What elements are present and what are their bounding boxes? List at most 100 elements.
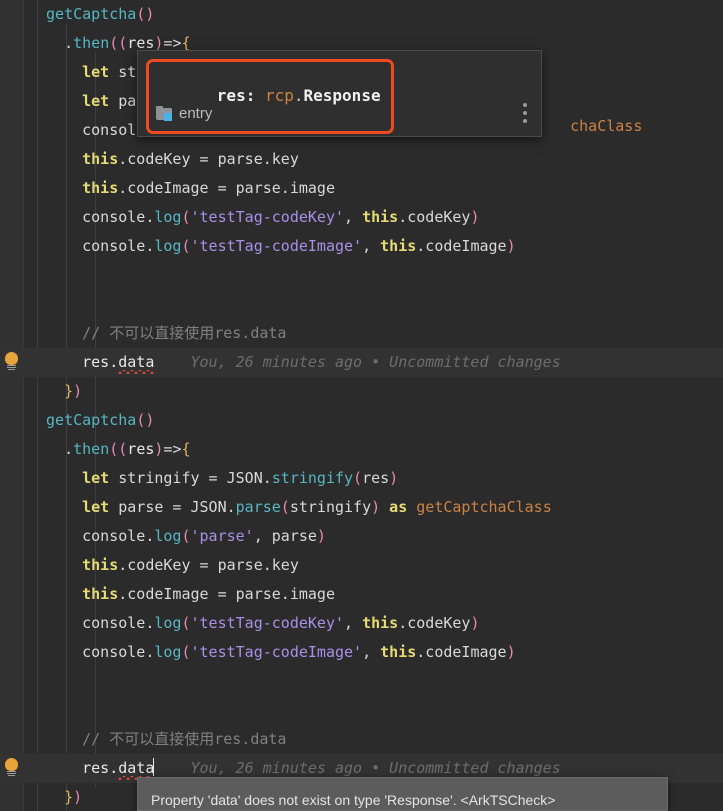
code-token: ) [470, 614, 480, 632]
code-line[interactable]: let parse = JSON.parse(stringify) as get… [82, 493, 552, 522]
code-token: this [82, 150, 119, 168]
code-token: as [389, 498, 408, 516]
code-token: , parse [253, 527, 317, 545]
code-token: res [127, 440, 155, 458]
code-line[interactable]: console.log('testTag-codeKey', this.code… [82, 203, 479, 232]
intention-bulb-icon[interactable] [3, 758, 20, 778]
code-token: this [380, 237, 417, 255]
code-token: log [154, 527, 182, 545]
code-line[interactable]: .then((res)=>{ [64, 435, 190, 464]
code-line[interactable]: let st [82, 58, 136, 87]
code-line[interactable]: this.codeKey = parse.key [82, 551, 299, 580]
code-token: res [362, 469, 390, 487]
code-token: stringify [109, 469, 209, 487]
code-token: stringify [271, 469, 354, 487]
code-line[interactable]: this.codeImage = parse.image [82, 174, 335, 203]
code-token: then [73, 34, 110, 52]
code-token: parse [235, 498, 281, 516]
code-token: . [262, 469, 272, 487]
code-token: ) [389, 469, 399, 487]
code-token: .codeImage [416, 643, 507, 661]
code-token: . [64, 34, 74, 52]
code-line[interactable]: console.log('testTag-codeImage', this.co… [82, 232, 516, 261]
code-token: this [82, 179, 119, 197]
code-token: . [145, 237, 155, 255]
code-token: = [199, 150, 209, 168]
code-token: console [82, 237, 146, 255]
code-token: ) [506, 237, 516, 255]
error-tooltip: Property 'data' does not exist on type '… [137, 777, 668, 811]
code-token: . [145, 614, 155, 632]
code-token: ( [280, 498, 290, 516]
code-token: let [82, 469, 110, 487]
code-token: ) [371, 498, 381, 516]
code-token: parse.image [226, 179, 335, 197]
code-token: ) [506, 643, 516, 661]
code-token: = [208, 469, 218, 487]
code-editor-viewport: getCaptcha() .then((res)=>{let st let pa co… [0, 0, 723, 811]
code-token: (( [109, 34, 128, 52]
code-token: .codeImage [118, 179, 218, 197]
code-token: , [344, 614, 363, 632]
code-token: stringify [289, 498, 372, 516]
intention-bulb-icon[interactable] [3, 352, 20, 372]
code-token: = [217, 585, 227, 603]
code-token: } [64, 788, 74, 806]
code-token: data [118, 353, 155, 371]
code-token: this [362, 208, 399, 226]
code-token: . [145, 527, 155, 545]
code-token: , [362, 643, 381, 661]
code-token: let [82, 63, 110, 81]
code-line[interactable]: // 不可以直接使用res.data [82, 725, 286, 754]
code-token: } [64, 382, 74, 400]
code-token: parse.key [208, 556, 299, 574]
code-token: res. [82, 759, 119, 777]
code-line[interactable]: let stringify = JSON.stringify(res) [82, 464, 398, 493]
code-line[interactable]: res.data You, 26 minutes ago • Uncommitt… [82, 348, 561, 377]
code-token: ) [145, 5, 155, 23]
code-line[interactable]: let pa [82, 87, 136, 116]
code-token: 'testTag-codeImage' [190, 643, 363, 661]
code-line[interactable]: console.log('parse', parse) [82, 522, 326, 551]
code-line[interactable]: }) [64, 377, 82, 406]
git-blame-annotation[interactable]: You, 26 minutes ago • Uncommitted change… [154, 353, 560, 371]
code-line[interactable]: console.log('testTag-codeImage', this.co… [82, 638, 516, 667]
code-token: 'testTag-codeKey' [190, 208, 345, 226]
code-token: st [109, 63, 137, 81]
code-line[interactable]: getCaptcha() [46, 406, 154, 435]
code-line[interactable]: console.log('testTag-codeKey', this.code… [82, 609, 479, 638]
code-line[interactable]: }) [64, 783, 82, 811]
code-token: getCaptcha [46, 411, 137, 429]
code-token: pa [109, 92, 137, 110]
code-line[interactable]: getCaptcha() [46, 0, 154, 29]
editor-gutter [0, 0, 24, 811]
code-token: res. [82, 353, 119, 371]
code-overflow-fragment: chaClass [534, 83, 642, 135]
code-token: // 不可以直接使用res.data [82, 324, 287, 342]
error-tooltip-message: Property 'data' does not exist on type '… [151, 792, 556, 808]
code-line[interactable]: consol [82, 116, 136, 145]
code-line[interactable]: this.codeImage = parse.image [82, 580, 335, 609]
more-options-icon[interactable] [523, 103, 527, 127]
code-token: ( [353, 469, 363, 487]
code-token: (( [109, 440, 128, 458]
code-token: console [82, 527, 146, 545]
code-line[interactable]: // 不可以直接使用res.data [82, 319, 286, 348]
parameter-info-popup[interactable]: res: rcp.Response entry [137, 50, 542, 137]
code-line[interactable]: this.codeKey = parse.key [82, 145, 299, 174]
code-token: log [154, 614, 182, 632]
code-token: this [82, 556, 119, 574]
code-token: let [82, 92, 110, 110]
code-token: JSON [217, 469, 263, 487]
code-token: 'parse' [190, 527, 254, 545]
parameter-type-namespace: rcp [264, 86, 294, 105]
code-token: 'testTag-codeKey' [190, 614, 345, 632]
code-token: .codeImage [118, 585, 218, 603]
git-blame-annotation[interactable]: You, 26 minutes ago • Uncommitted change… [154, 759, 560, 777]
code-token: this [380, 643, 417, 661]
code-token: data [118, 759, 155, 777]
code-token: parse.key [208, 150, 299, 168]
code-token: .codeKey [398, 614, 471, 632]
